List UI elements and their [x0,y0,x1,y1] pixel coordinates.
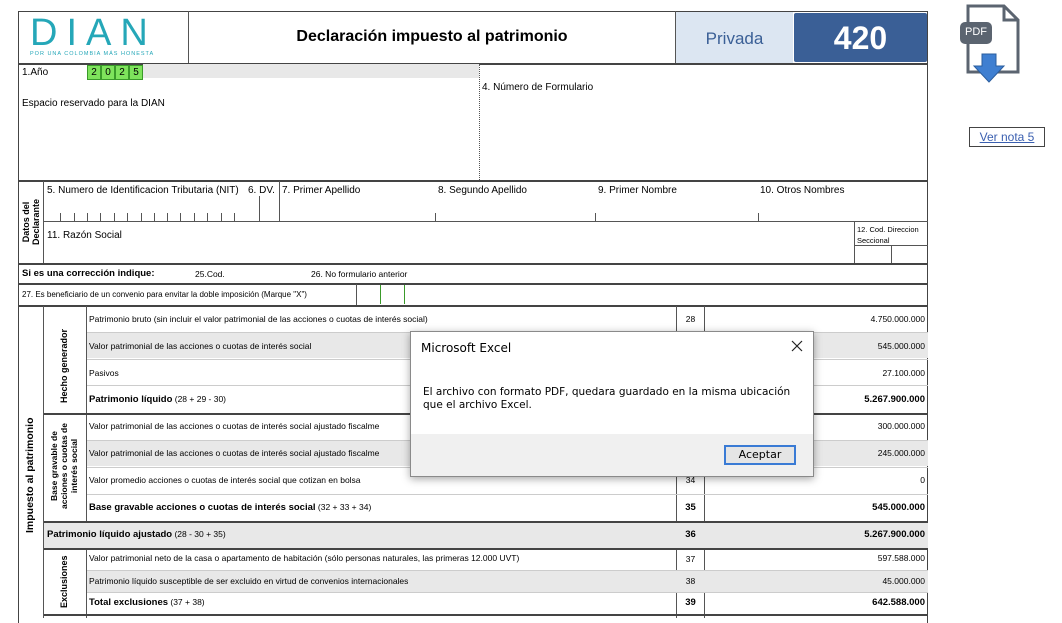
correction-cod-field[interactable] [230,266,305,280]
row-label: Patrimonio bruto (sin incluir el valor p… [89,314,428,324]
row-number: 38 [685,576,696,586]
declarante-section-label: Datos del Declarante [21,198,41,246]
row-label: Valor promedio acciones o cuotas de inte… [89,475,361,485]
form-number: 420 [833,20,888,56]
pdf-download-icon [960,4,1020,83]
hecho-section-label: Hecho generador [59,328,69,403]
row-label: Total exclusiones (37 + 38) [89,597,205,608]
correction-prev-field[interactable] [420,266,925,280]
year-digit-2[interactable]: 0 [101,65,115,80]
row-number: 37 [685,554,696,564]
row-label: Base gravable acciones o cuotas de inter… [89,502,372,513]
logo-text: DIAN [30,12,157,54]
dialog-ok-button[interactable]: Aceptar [724,445,796,465]
dv-label: 6. DV. [248,185,275,196]
row-number: 39 [685,597,696,608]
row-label: Valor patrimonial neto de la casa o apar… [89,553,520,563]
ver-nota-label: Ver nota 5 [979,130,1035,144]
row-label: Patrimonio líquido ajustado (28 - 30 + 3… [47,529,226,540]
otros-field[interactable] [760,197,926,221]
form-number-label: 4. Número de Formulario [482,82,594,93]
row-label: Patrimonio líquido susceptible de ser ex… [89,576,409,586]
row-value[interactable]: 642.588.000 [705,597,925,608]
reserved-label: Espacio reservado para la DIAN [22,98,165,109]
privada-label: Privada [705,29,764,48]
row-number: 36 [685,529,696,540]
row-value[interactable]: 5.267.900.000 [705,529,925,540]
year-digit-3[interactable]: 2 [115,65,129,80]
nit-field[interactable] [44,197,258,221]
apellido2-field[interactable] [437,197,592,221]
apellido2-label: 8. Segundo Apellido [438,185,527,196]
row-label: Valor patrimonial de las acciones o cuot… [89,341,312,351]
row-label: Valor patrimonial de las acciones o cuot… [89,421,380,431]
row-label: Valor patrimonial de las acciones o cuot… [89,448,380,458]
cod-dir-label: 12. Cod. Direccion Seccional [857,225,919,245]
nombre1-field[interactable] [597,197,755,221]
year-digit-1[interactable]: 2 [87,65,101,80]
nombre1-label: 9. Primer Nombre [598,185,677,196]
form-title: Declaración impuesto al patrimonio [296,28,568,45]
ver-nota-link[interactable]: Ver nota 5 [969,127,1045,147]
razon-field[interactable] [44,243,852,261]
otros-label: 10. Otros Nombres [760,185,845,196]
row-value[interactable]: 545.000.000 [705,502,925,513]
correction-cod-label: 25.Cod. [195,269,225,279]
year-label: 1.Año [22,67,49,78]
row-label: Patrimonio líquido (28 + 29 - 30) [89,394,227,405]
year-digit-4[interactable]: 5 [129,65,143,80]
correction-label: Si es una corrección indique: [22,268,155,279]
dialog-ok-label: Aceptar [738,448,782,461]
close-icon [791,340,803,352]
row-label: Pasivos [89,368,119,378]
export-pdf-button[interactable]: PDF [960,4,1022,84]
row-number: 28 [685,314,696,324]
razon-label: 11. Razón Social [47,230,122,241]
correction-prev-label: 26. No formulario anterior [311,269,408,279]
dialog-title: Microsoft Excel [421,341,512,355]
convenio-label: 27. Es beneficiario de un convenio para … [22,290,307,299]
row-value[interactable]: 597.588.000 [705,553,925,563]
main-section-label: Impuesto al patrimonio [24,417,36,533]
dialog-message: El archivo con formato PDF, quedara guar… [423,386,791,411]
base-section-label: Base gravable de acciones o cuotas de in… [49,423,79,509]
apellido1-label: 7. Primer Apellido [282,185,361,196]
convenio-checkbox[interactable] [380,285,405,304]
excel-dialog: Microsoft Excel El archivo con formato P… [410,331,814,477]
dian-logo: DIAN POR UNA COLOMBIA MÁS HONESTA [22,12,186,59]
nit-label: 5. Numero de Identificacion Tributaria (… [47,185,239,196]
logo-tagline: POR UNA COLOMBIA MÁS HONESTA [30,51,155,57]
exclusiones-section-label: Exclusiones [59,555,69,608]
dialog-close-button[interactable] [787,336,807,356]
apellido1-field[interactable] [281,197,431,221]
row-value[interactable]: 4.750.000.000 [705,314,925,324]
row-number: 35 [685,502,696,513]
pdf-icon-label: PDF [965,26,987,38]
row-value[interactable]: 45.000.000 [705,576,925,586]
